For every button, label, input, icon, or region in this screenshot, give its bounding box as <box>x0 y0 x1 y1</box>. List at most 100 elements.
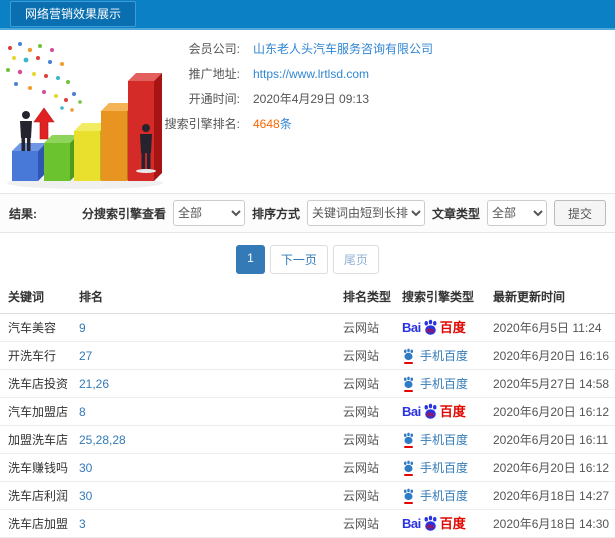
confetti-dots <box>6 42 82 112</box>
keyword-cell: 洗车店利润 <box>0 481 75 510</box>
baidu-paw-icon: du <box>424 515 437 531</box>
baidu-logo-cn: 百度 <box>439 516 466 531</box>
table-row: 洗车赚钱吗 30 云网站 手机百度 2020年6月20日 16:12 <box>0 453 615 482</box>
mobile-baidu-label: 手机百度 <box>420 433 469 447</box>
engine-filter-label: 分搜索引擎查看 <box>81 206 166 221</box>
rank-link[interactable]: 3 <box>79 517 86 531</box>
page-button-last[interactable]: 尾页 <box>332 245 379 274</box>
result-label: 结果: <box>9 206 37 221</box>
updated-cell: 2020年6月5日 11:24 <box>489 313 615 342</box>
col-header-keyword: 关键词 <box>0 282 75 314</box>
table-header-row: 关键词 排名 排名类型 搜索引擎类型 最新更新时间 <box>0 282 615 314</box>
baidu-pc-logo: Bai du 百度 <box>402 403 466 420</box>
rank-link[interactable]: 9 <box>79 321 86 335</box>
keyword-cell: 洗车店投资 <box>0 369 75 398</box>
mobile-baidu-label: 手机百度 <box>420 489 469 503</box>
page-button-current[interactable]: 1 <box>236 245 265 274</box>
pagination: 1 下一页 尾页 <box>0 245 615 274</box>
engine-cell: 手机百度 <box>398 341 489 370</box>
company-info-section: 会员公司: 山东老人头汽车服务咨询有限公司 推广地址: https://www.… <box>0 30 615 193</box>
col-header-engine-type: 搜索引擎类型 <box>398 282 489 314</box>
table-row: 汽车美容 9 云网站 Bai du 百度 2020年6月5日 11:24 <box>0 313 615 342</box>
info-row-rank-count: 搜索引擎排名: 4648条 <box>78 115 433 132</box>
rank-link[interactable]: 30 <box>79 489 92 503</box>
col-header-rank: 排名 <box>75 282 339 314</box>
company-info-list: 会员公司: 山东老人头汽车服务咨询有限公司 推广地址: https://www.… <box>78 40 433 140</box>
info-row-company: 会员公司: 山东老人头汽车服务咨询有限公司 <box>78 40 433 57</box>
rank-type-cell: 云网站 <box>339 481 398 510</box>
mobile-baidu-logo: 手机百度 <box>402 459 468 476</box>
table-row: 洗车店加盟 3 云网站 Bai du 百度 2020年6月18日 14:30 <box>0 509 615 538</box>
keyword-cell: 洗车赚钱吗 <box>0 453 75 482</box>
sort-label: 排序方式 <box>251 206 300 221</box>
baidu-logo-bai: Bai <box>402 516 421 531</box>
sort-select[interactable]: 关键词由短到长排序 <box>306 200 425 226</box>
engine-cell: 手机百度 <box>398 481 489 510</box>
rank-type-cell: 云网站 <box>339 369 398 398</box>
rank-type-cell: 云网站 <box>339 397 398 426</box>
rank-link[interactable]: 8 <box>79 405 86 419</box>
filter-controls: 分搜索引擎查看 全部 排序方式 关键词由短到长排序 文章类型 全部 提交 <box>82 200 606 226</box>
rank-type-cell: 云网站 <box>339 509 398 538</box>
engine-cell: 手机百度 <box>398 453 489 482</box>
rank-link[interactable]: 27 <box>79 349 92 363</box>
mobile-baidu-label: 手机百度 <box>420 349 469 363</box>
keyword-cell: 汽车美容 <box>0 313 75 342</box>
rank-cell: 9 <box>75 313 339 342</box>
mobile-baidu-paw-icon <box>402 488 415 504</box>
promo-url-label: 推广地址: <box>188 67 240 81</box>
keyword-cell: 汽车加盟店 <box>0 397 75 426</box>
engine-cell: Bai du 百度 <box>398 313 489 342</box>
updated-cell: 2020年5月27日 14:58 <box>489 369 615 398</box>
mobile-baidu-logo: 手机百度 <box>402 487 468 504</box>
rank-link[interactable]: 30 <box>79 461 92 475</box>
rank-link[interactable]: 21,26 <box>79 377 109 391</box>
updated-cell: 2020年6月20日 16:12 <box>489 397 615 426</box>
engine-cell: 手机百度 <box>398 425 489 454</box>
baidu-logo-cn: 百度 <box>439 320 466 335</box>
promo-url-link[interactable]: https://www.lrtlsd.com <box>253 67 369 81</box>
company-name-link[interactable]: 山东老人头汽车服务咨询有限公司 <box>253 40 433 57</box>
updated-cell: 2020年6月18日 14:27 <box>489 481 615 510</box>
mobile-baidu-logo: 手机百度 <box>402 347 468 364</box>
article-type-label: 文章类型 <box>431 206 480 221</box>
baidu-pc-logo: Bai du 百度 <box>402 319 466 336</box>
article-type-select[interactable]: 全部 <box>486 200 547 226</box>
rank-type-cell: 云网站 <box>339 425 398 454</box>
mobile-baidu-paw-icon <box>402 376 415 392</box>
open-time-label: 开通时间: <box>188 92 240 106</box>
rank-count-number[interactable]: 4648 <box>253 117 280 131</box>
info-row-url: 推广地址: https://www.lrtlsd.com <box>78 65 433 82</box>
rank-count-unit[interactable]: 条 <box>280 117 292 131</box>
engine-filter-select[interactable]: 全部 <box>172 200 245 226</box>
baidu-logo-bai: Bai <box>402 404 421 419</box>
rank-cell: 21,26 <box>75 369 339 398</box>
engine-rank-label: 搜索引擎排名: <box>164 117 240 131</box>
company-label: 会员公司: <box>188 42 240 56</box>
keyword-cell: 洗车店加盟 <box>0 509 75 538</box>
rank-cell: 30 <box>75 481 339 510</box>
mobile-baidu-logo: 手机百度 <box>402 375 468 392</box>
updated-cell: 2020年6月20日 16:16 <box>489 341 615 370</box>
engine-rank-count[interactable]: 4648条 <box>253 115 292 132</box>
page-title-tab[interactable]: 网络营销效果展示 <box>10 1 137 27</box>
updated-cell: 2020年6月20日 16:11 <box>489 425 615 454</box>
top-header-bar: 网络营销效果展示 <box>0 0 615 30</box>
submit-button[interactable]: 提交 <box>553 200 606 226</box>
rank-link[interactable]: 25,28,28 <box>79 433 126 447</box>
table-row: 开洗车行 27 云网站 手机百度 2020年6月20日 16:16 <box>0 341 615 370</box>
mobile-baidu-label: 手机百度 <box>420 461 469 475</box>
rank-type-cell: 云网站 <box>339 313 398 342</box>
keyword-cell: 加盟洗车店 <box>0 425 75 454</box>
mobile-baidu-logo: 手机百度 <box>402 431 468 448</box>
page-button-next[interactable]: 下一页 <box>269 245 328 274</box>
bar-green <box>44 135 78 181</box>
table-row: 加盟洗车店 25,28,28 云网站 手机百度 2020年6月20日 16:11 <box>0 425 615 454</box>
engine-cell: 手机百度 <box>398 369 489 398</box>
table-row: 洗车店利润 30 云网站 手机百度 2020年6月18日 14:27 <box>0 481 615 510</box>
baidu-logo-du: du <box>427 524 435 530</box>
rank-cell: 25,28,28 <box>75 425 339 454</box>
updated-cell: 2020年6月18日 14:30 <box>489 509 615 538</box>
baidu-logo-du: du <box>427 412 435 418</box>
open-time-value: 2020年4月29日 09:13 <box>253 92 370 106</box>
